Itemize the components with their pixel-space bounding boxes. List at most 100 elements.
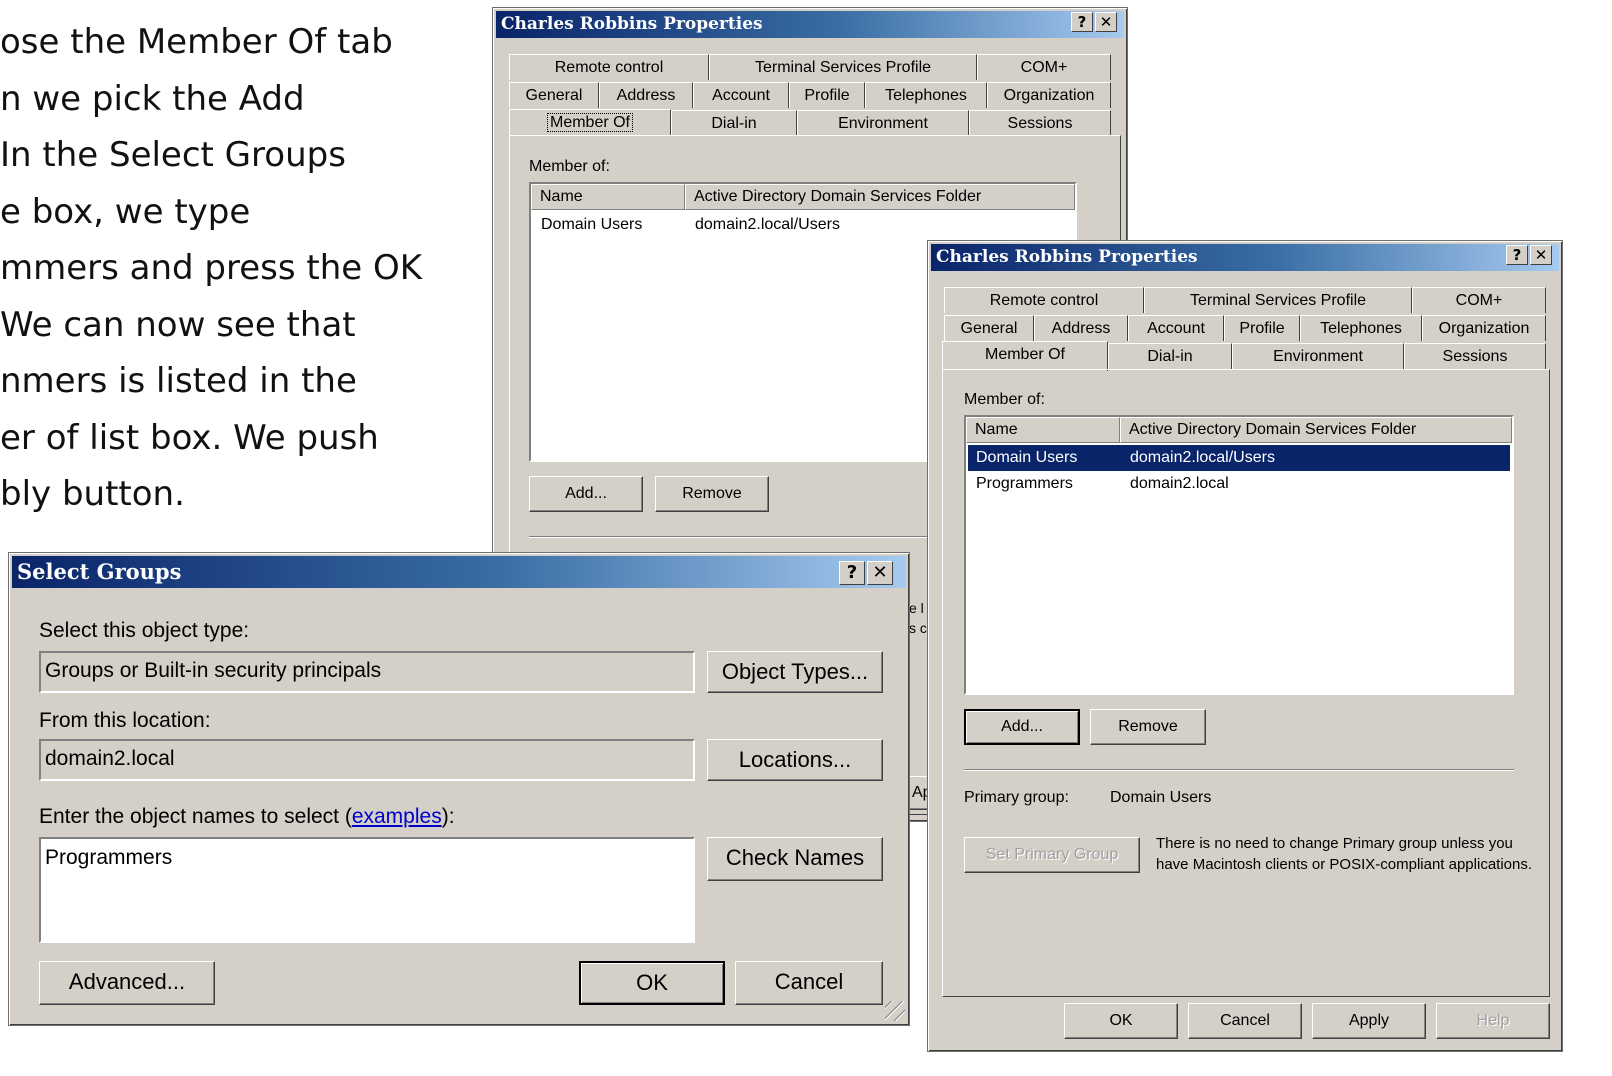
tab-label: Organization <box>1438 320 1530 337</box>
tab-remote-control[interactable]: Remote control <box>944 287 1144 313</box>
tab-label: Sessions <box>1442 348 1508 365</box>
member-of-label: Member of: <box>964 391 1045 408</box>
caption-line: In the Select Groups <box>0 135 346 175</box>
dialog-title[interactable]: Select Groups <box>12 556 906 588</box>
tab-label: Sessions <box>1007 115 1073 132</box>
locations-button[interactable]: Locations... <box>707 739 883 781</box>
button-label: Locations... <box>738 747 852 772</box>
caption-line: We can now see that <box>0 304 356 345</box>
examples-link[interactable]: examples <box>352 805 442 828</box>
object-types-button[interactable]: Object Types... <box>707 651 883 693</box>
set-primary-group-button[interactable]: Set Primary Group <box>964 837 1140 873</box>
object-type-field: Groups or Built-in security principals <box>39 651 695 693</box>
tab-label: COM+ <box>1455 292 1503 309</box>
list-item-selected[interactable]: Domain Users domain2.local/Users <box>968 445 1510 471</box>
tab-member-of[interactable]: Member Of <box>509 109 671 135</box>
add-button[interactable]: Add... <box>529 476 643 512</box>
tab-sessions[interactable]: Sessions <box>1404 343 1546 369</box>
tab-profile[interactable]: Profile <box>789 82 865 108</box>
button-label: OK <box>1109 1012 1133 1029</box>
help-icon[interactable]: ? <box>1071 12 1093 32</box>
tab-environment[interactable]: Environment <box>797 110 969 136</box>
tab-label: COM+ <box>1020 59 1068 76</box>
tab-general[interactable]: General <box>944 315 1034 341</box>
tab-label: Remote control <box>989 292 1099 309</box>
tab-member-of[interactable]: Member Of <box>942 341 1108 371</box>
close-icon[interactable]: ✕ <box>1095 12 1117 32</box>
button-label: Cancel <box>1220 1012 1270 1029</box>
tab-account[interactable]: Account <box>1128 315 1224 341</box>
tab-label: General <box>960 320 1018 337</box>
tab-environment[interactable]: Environment <box>1232 343 1404 369</box>
label-text: ): <box>441 805 455 828</box>
object-names-input[interactable]: Programmers <box>39 837 695 943</box>
tab-label: Dial-in <box>711 115 757 132</box>
tab-label: Address <box>616 87 676 104</box>
remove-button[interactable]: Remove <box>1090 709 1206 745</box>
tab-dial-in[interactable]: Dial-in <box>671 110 797 136</box>
tab-label: Terminal Services Profile <box>1189 292 1367 309</box>
location-field: domain2.local <box>39 739 695 781</box>
tab-telephones[interactable]: Telephones <box>1300 315 1422 341</box>
apply-button[interactable]: Apply <box>1312 1003 1426 1039</box>
object-type-label: Select this object type: <box>39 619 250 642</box>
front-properties-window: Charles Robbins Properties ? ✕ Remote co… <box>927 240 1563 1052</box>
advanced-button[interactable]: Advanced... <box>39 961 215 1005</box>
item-folder: domain2.local <box>1130 475 1229 492</box>
ok-button[interactable]: OK <box>579 961 725 1005</box>
primary-group-label: Primary group: <box>964 789 1069 806</box>
tab-organization[interactable]: Organization <box>987 82 1111 108</box>
label-text: Enter the object names to select ( <box>39 805 352 828</box>
caption-line: bly button. <box>0 474 185 514</box>
tab-terminal-services-profile[interactable]: Terminal Services Profile <box>709 54 977 80</box>
partial-text: e l <box>909 600 924 616</box>
window-title[interactable]: Charles Robbins Properties <box>931 244 1559 271</box>
button-label: OK <box>636 970 668 995</box>
instruction-caption: ose the Member Of tab n we pick the Add … <box>0 14 470 523</box>
check-names-button[interactable]: Check Names <box>707 837 883 881</box>
tab-terminal-services-profile[interactable]: Terminal Services Profile <box>1144 287 1412 313</box>
resize-grip-icon[interactable] <box>885 1001 905 1021</box>
column-header-folder[interactable]: Active Directory Domain Services Folder <box>1120 417 1512 443</box>
tab-account[interactable]: Account <box>693 82 789 108</box>
item-name: Domain Users <box>541 216 643 233</box>
cancel-button[interactable]: Cancel <box>735 961 883 1005</box>
cancel-button[interactable]: Cancel <box>1188 1003 1302 1039</box>
button-label: Remove <box>682 485 742 502</box>
tab-label: Member Of <box>546 113 634 132</box>
list-item[interactable]: Domain Users domain2.local/Users <box>533 212 1073 238</box>
button-label: Add... <box>565 485 607 502</box>
add-button[interactable]: Add... <box>964 709 1080 745</box>
tab-remote-control[interactable]: Remote control <box>509 54 709 80</box>
close-icon[interactable]: ✕ <box>867 561 893 585</box>
tab-general[interactable]: General <box>509 82 599 108</box>
button-label: Advanced... <box>68 969 186 994</box>
tab-profile[interactable]: Profile <box>1224 315 1300 341</box>
close-icon[interactable]: ✕ <box>1530 245 1552 265</box>
tab-address[interactable]: Address <box>599 82 693 108</box>
list-item[interactable]: Programmers domain2.local <box>968 471 1510 497</box>
member-of-list[interactable]: Name Active Directory Domain Services Fo… <box>964 415 1514 695</box>
tab-address[interactable]: Address <box>1034 315 1128 341</box>
tab-com[interactable]: COM+ <box>977 54 1111 80</box>
remove-button[interactable]: Remove <box>655 476 769 512</box>
button-label: Check Names <box>725 845 865 870</box>
tab-organization[interactable]: Organization <box>1422 315 1546 341</box>
member-of-label: Member of: <box>529 158 610 175</box>
column-header-name[interactable]: Name <box>966 417 1120 443</box>
help-icon[interactable]: ? <box>1506 245 1528 265</box>
button-label: Set Primary Group <box>985 846 1119 863</box>
help-icon[interactable]: ? <box>839 561 865 585</box>
tab-label: Environment <box>838 115 928 132</box>
column-header-name[interactable]: Name <box>531 184 685 210</box>
column-header-folder[interactable]: Active Directory Domain Services Folder <box>685 184 1075 210</box>
tab-label: Environment <box>1273 348 1363 365</box>
partial-text: s c <box>909 620 927 636</box>
help-button[interactable]: Help <box>1436 1003 1550 1039</box>
ok-button[interactable]: OK <box>1064 1003 1178 1039</box>
tab-telephones[interactable]: Telephones <box>865 82 987 108</box>
tab-sessions[interactable]: Sessions <box>969 110 1111 136</box>
tab-com[interactable]: COM+ <box>1412 287 1546 313</box>
tab-dial-in[interactable]: Dial-in <box>1108 343 1232 369</box>
window-title[interactable]: Charles Robbins Properties <box>496 11 1124 38</box>
